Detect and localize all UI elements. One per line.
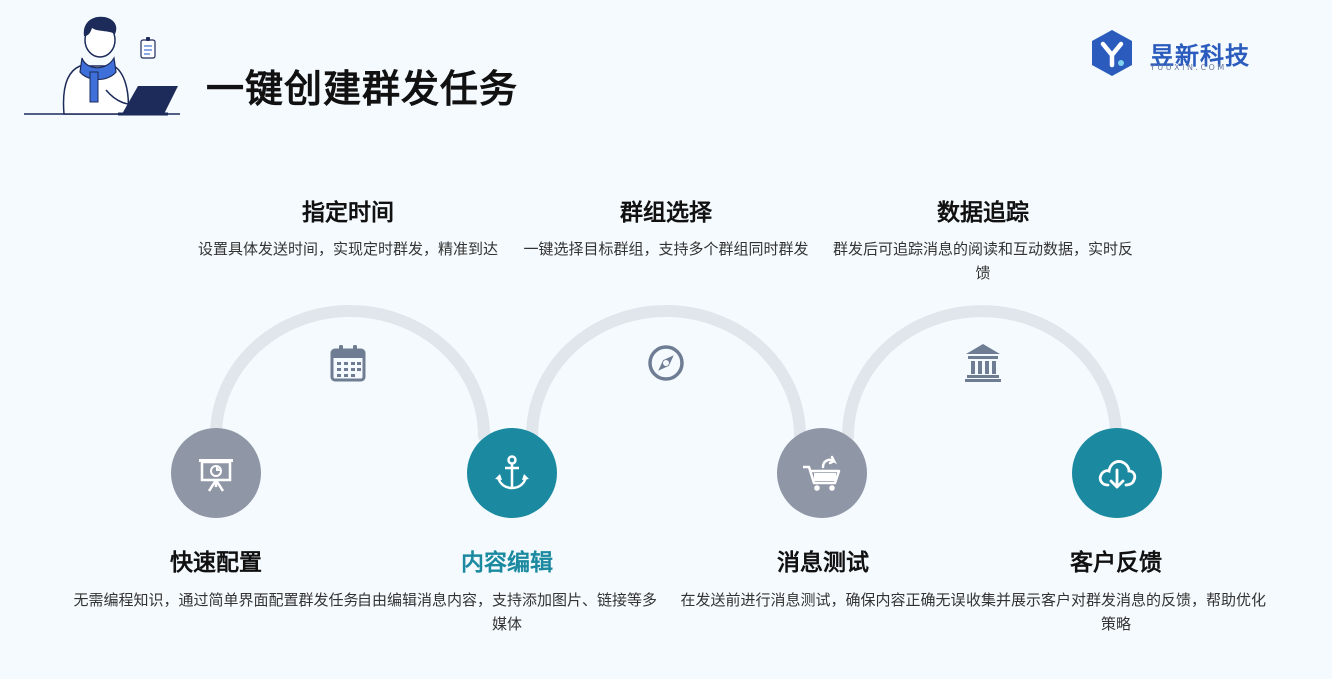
step-title-schedule: 指定时间 xyxy=(302,200,394,226)
presentation-icon xyxy=(199,459,233,492)
step-title-quick-config: 快速配置 xyxy=(170,550,262,576)
compass-icon xyxy=(646,343,686,383)
step-desc-message-test: 在发送前进行消息测试，确保内容正确无误 xyxy=(680,591,966,609)
step-title-customer-feedback: 客户反馈 xyxy=(1070,550,1162,576)
step-circle-message-test xyxy=(777,428,867,518)
step-desc-quick-config: 无需编程知识，通过简单界面配置群发任务 xyxy=(73,591,359,609)
bank-icon xyxy=(963,342,1003,382)
step-circle-quick-config xyxy=(171,428,261,518)
anchor-icon xyxy=(495,455,529,490)
step-desc-group-select: 一键选择目标群组，支持多个群组同时群发 xyxy=(523,240,809,258)
step-desc-customer-feedback: 收集并展示客户对群发消息的反馈，帮助优化策略 xyxy=(966,591,1267,633)
calendar-icon xyxy=(328,343,368,383)
step-title-group-select: 群组选择 xyxy=(620,200,712,226)
download-cloud-icon xyxy=(1098,460,1137,489)
process-arcs xyxy=(210,305,1122,442)
step-title-message-test: 消息测试 xyxy=(777,550,869,576)
step-circle-content-edit xyxy=(467,428,557,518)
step-desc-schedule: 设置具体发送时间，实现定时群发，精准到达 xyxy=(198,240,499,258)
step-desc-data-tracking: 群发后可追踪消息的阅读和互动数据，实时反馈 xyxy=(833,240,1134,282)
step-title-content-edit: 内容编辑 xyxy=(461,550,553,576)
step-desc-content-edit: 自由编辑消息内容，支持添加图片、链接等多媒体 xyxy=(357,591,658,633)
step-title-data-tracking: 数据追踪 xyxy=(937,200,1029,226)
cart-icon xyxy=(803,455,841,491)
step-circle-customer-feedback xyxy=(1072,428,1162,518)
